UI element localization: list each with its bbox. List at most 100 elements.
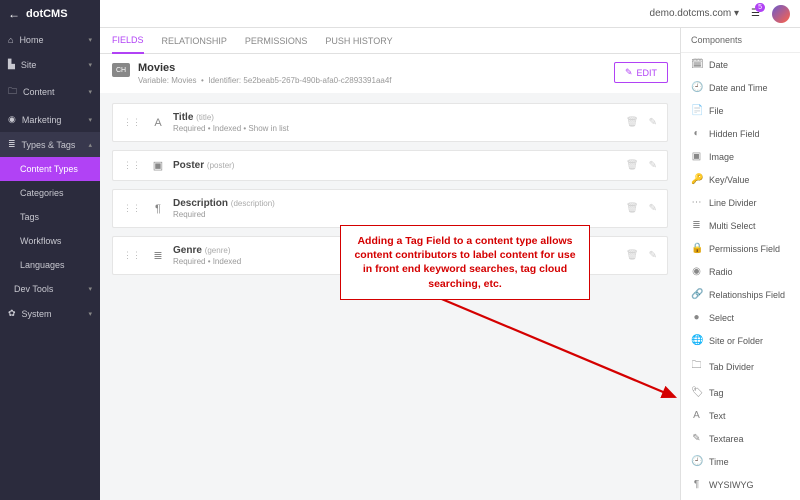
- nav-icon: ◉: [8, 114, 16, 125]
- content-type-icon: CH: [112, 63, 130, 77]
- content-type-meta: Variable: Movies • Identifier: 5e2beab5-…: [138, 76, 392, 85]
- sub-item-workflows[interactable]: Workflows: [0, 229, 100, 253]
- chevron-icon: ▴: [88, 141, 92, 149]
- nav-item-system[interactable]: ✿System▾: [0, 301, 100, 326]
- field-name: Poster (poster): [173, 160, 626, 171]
- content-type-title: Movies: [138, 62, 392, 74]
- annotation-callout: Adding a Tag Field to a content type all…: [340, 225, 590, 300]
- nav-icon: ▙: [8, 59, 15, 70]
- chevron-icon: ▾: [88, 61, 92, 69]
- component-key-value[interactable]: 🔑Key/Value: [681, 168, 800, 191]
- delete-icon[interactable]: 🗑: [626, 117, 639, 128]
- sidebar: ← dotCMS ⌂Home▾▙Site▾🗀Content▾◉Marketing…: [0, 0, 100, 500]
- component-permissions-field[interactable]: 🔒Permissions Field: [681, 237, 800, 260]
- chevron-icon: ▾: [88, 36, 92, 44]
- avatar[interactable]: [772, 5, 790, 23]
- nav-item-home[interactable]: ⌂Home▾: [0, 28, 100, 52]
- components-header: Components: [681, 28, 800, 53]
- chevron-icon: ▾: [88, 285, 92, 293]
- component-icon: 🕘: [691, 82, 702, 93]
- sub-item-categories[interactable]: Categories: [0, 181, 100, 205]
- component-hidden-field[interactable]: ◐Hidden Field: [681, 122, 800, 145]
- component-file[interactable]: 📄File: [681, 99, 800, 122]
- tabs: FIELDS RELATIONSHIP PERMISSIONS PUSH HISTOR…: [100, 28, 680, 54]
- sub-item-content-types[interactable]: Content Types: [0, 157, 100, 181]
- chevron-icon: ▾: [88, 310, 92, 318]
- component-relationships-field[interactable]: 🔗Relationships Field: [681, 283, 800, 306]
- component-tag[interactable]: 🏷Tag: [681, 381, 800, 404]
- content-type-header: CH Movies Variable: Movies • Identifier:…: [100, 54, 680, 93]
- component-radio[interactable]: ◉Radio: [681, 260, 800, 283]
- component-wysiwyg[interactable]: ¶WYSIWYG: [681, 473, 800, 496]
- field-row[interactable]: ⋮⋮¶Description (description)Required🗑✎: [113, 190, 667, 227]
- component-date-and-time[interactable]: 🕘Date and Time: [681, 76, 800, 99]
- edit-icon[interactable]: ✎: [649, 160, 657, 171]
- component-icon: 🔑: [691, 174, 702, 185]
- component-icon: 🌐: [691, 335, 702, 346]
- nav-icon: ≣: [8, 139, 16, 150]
- edit-button[interactable]: ✎ EDIT: [614, 62, 668, 83]
- drag-handle-icon[interactable]: ⋮⋮: [123, 117, 141, 128]
- component-icon: 🗓: [691, 59, 702, 70]
- component-icon: ◐: [691, 128, 702, 139]
- tab-push-history[interactable]: PUSH HISTORY: [325, 29, 392, 53]
- notifications-button[interactable]: ☰ 5: [751, 8, 760, 19]
- delete-icon[interactable]: 🗑: [626, 250, 639, 261]
- component-textarea[interactable]: ✎Textarea: [681, 427, 800, 450]
- nav-item-dev-tools[interactable]: Dev Tools▾: [0, 277, 100, 301]
- sub-item-languages[interactable]: Languages: [0, 253, 100, 277]
- topbar: demo.dotcms.com ▾ ☰ 5: [100, 0, 800, 28]
- delete-icon[interactable]: 🗑: [626, 160, 639, 171]
- tab-permissions[interactable]: PERMISSIONS: [245, 29, 308, 53]
- component-icon: ▣: [691, 151, 702, 162]
- field-row[interactable]: ⋮⋮ATitle (title)Required • Indexed • Sho…: [113, 104, 667, 141]
- component-time[interactable]: 🕘Time: [681, 450, 800, 473]
- nav-item-types-tags[interactable]: ≣Types & Tags▴: [0, 132, 100, 157]
- component-icon: 🕘: [691, 456, 702, 467]
- chevron-icon: ▾: [88, 88, 92, 96]
- component-icon: ⋯: [691, 197, 702, 208]
- component-date[interactable]: 🗓Date: [681, 53, 800, 76]
- domain-selector[interactable]: demo.dotcms.com ▾: [650, 8, 740, 19]
- field-type-icon: ▣: [151, 159, 165, 172]
- nav-icon: ⌂: [8, 35, 13, 45]
- nav-item-content[interactable]: 🗀Content▾: [0, 77, 100, 107]
- component-icon: 📄: [691, 105, 702, 116]
- field-row[interactable]: ⋮⋮ ▣ Poster (poster)🗑 ✎: [113, 151, 667, 180]
- tab-relationship[interactable]: RELATIONSHIP: [162, 29, 227, 53]
- field-type-icon: ¶: [151, 203, 165, 215]
- nav-item-site[interactable]: ▙Site▾: [0, 52, 100, 77]
- edit-icon[interactable]: ✎: [649, 117, 657, 128]
- field-name: Title (title): [173, 112, 626, 123]
- component-multi-select[interactable]: ≣Multi Select: [681, 214, 800, 237]
- delete-icon[interactable]: 🗑: [626, 203, 639, 214]
- back-arrow-icon[interactable]: ←: [8, 7, 20, 21]
- component-line-divider[interactable]: ⋯Line Divider: [681, 191, 800, 214]
- component-icon: A: [691, 410, 702, 421]
- field-type-icon: ≣: [151, 249, 165, 262]
- tab-fields[interactable]: FIELDS: [112, 28, 144, 54]
- edit-icon[interactable]: ✎: [649, 250, 657, 261]
- drag-handle-icon[interactable]: ⋮⋮: [123, 250, 141, 261]
- component-icon: 🔒: [691, 243, 702, 254]
- chevron-icon: ▾: [88, 116, 92, 124]
- component-image[interactable]: ▣Image: [681, 145, 800, 168]
- component-site-or-folder[interactable]: 🌐Site or Folder: [681, 329, 800, 352]
- notification-badge: 5: [755, 3, 765, 12]
- component-text[interactable]: AText: [681, 404, 800, 427]
- sub-item-tags[interactable]: Tags: [0, 205, 100, 229]
- component-tab-divider[interactable]: 🗀Tab Divider: [681, 352, 800, 381]
- drag-handle-icon[interactable]: ⋮⋮: [123, 203, 141, 214]
- component-icon: ◉: [691, 266, 702, 277]
- logo: dotCMS: [26, 8, 68, 20]
- nav-icon: 🗀: [8, 84, 17, 100]
- component-select[interactable]: ●Select: [681, 306, 800, 329]
- field-attrs: Required: [173, 210, 626, 219]
- edit-icon[interactable]: ✎: [649, 203, 657, 214]
- component-icon: ✎: [691, 433, 702, 444]
- nav-item-marketing[interactable]: ◉Marketing▾: [0, 107, 100, 132]
- component-icon: 🏷: [691, 387, 702, 398]
- drag-handle-icon[interactable]: ⋮⋮: [123, 160, 141, 171]
- field-attrs: Required • Indexed • Show in list: [173, 124, 626, 133]
- component-icon: 🔗: [691, 289, 702, 300]
